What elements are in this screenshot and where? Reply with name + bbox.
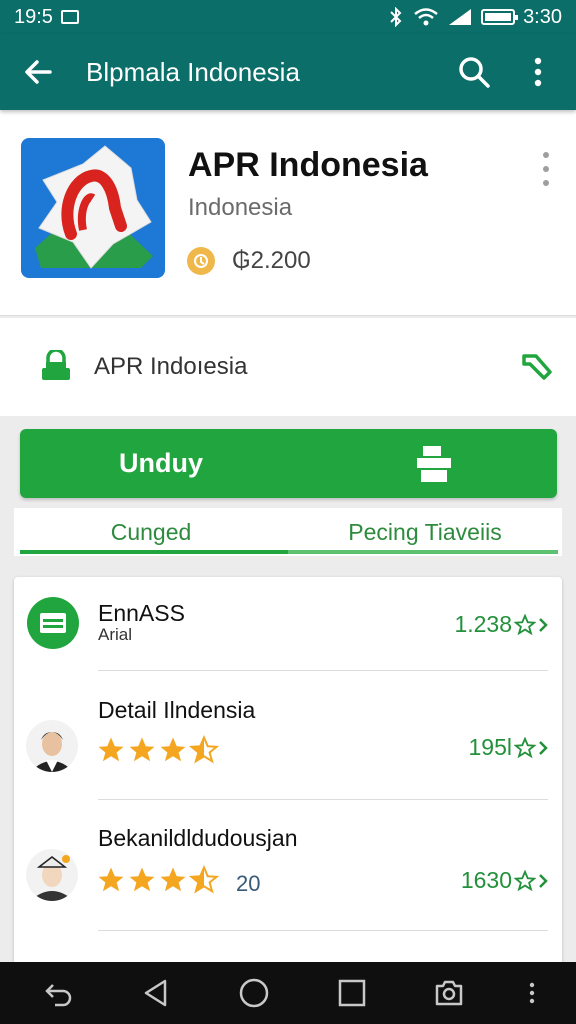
tab-label: Cunged — [110, 518, 192, 545]
app-title: APR Indonesia — [188, 146, 428, 184]
star-filled-icon — [129, 867, 155, 892]
chevron-right-icon — [539, 617, 548, 632]
star-filled-icon — [160, 867, 186, 892]
search-icon — [459, 57, 490, 88]
overflow-menu-button[interactable] — [516, 50, 560, 94]
coin-icon — [187, 247, 215, 275]
divider — [98, 930, 548, 931]
recents-square-icon — [338, 979, 366, 1007]
nav-more-button[interactable] — [517, 968, 547, 1018]
chevron-right-icon — [539, 873, 548, 888]
app-price: ₲2.200 — [232, 247, 311, 274]
star-outline-icon — [514, 613, 536, 635]
search-button[interactable] — [452, 50, 496, 94]
list-item-value-text: 195l — [468, 734, 512, 760]
tab-bar: Cunged Pecing Tiaveiis — [14, 508, 562, 556]
avatar — [26, 849, 78, 901]
developer-name: APR Indoıesia — [94, 353, 248, 380]
list-item-title: Detail Ilndensia — [98, 697, 256, 723]
undo-back-icon — [45, 984, 72, 1007]
list-item[interactable]: Detail Ilndensia 195l — [14, 672, 562, 800]
star-half-icon — [189, 865, 219, 894]
app-more-icon[interactable] — [540, 152, 552, 186]
navigation-bar — [0, 962, 576, 1024]
signal-icon — [449, 9, 472, 25]
divider — [98, 670, 548, 671]
status-time: 19:5 — [14, 5, 53, 28]
star-filled-icon — [98, 737, 124, 762]
storage-icon — [27, 597, 79, 649]
list-item-value-text: 1.238 — [454, 611, 512, 637]
nav-home-button[interactable] — [224, 968, 284, 1018]
star-outline-icon — [514, 869, 536, 891]
arrow-back-icon — [25, 60, 52, 84]
app-subtitle: Indonesia — [188, 194, 293, 221]
star-half-icon — [189, 735, 219, 764]
back-button[interactable] — [16, 50, 60, 94]
list-item-value: 1.238 — [454, 611, 548, 638]
triangle-back-icon — [145, 979, 167, 1007]
app-bar: Blpmala Indonesia — [0, 34, 576, 110]
tab-pecing-tiaveiis[interactable]: Pecing Tiaveiis — [288, 508, 562, 556]
download-icon — [417, 445, 451, 482]
nav-recents-button[interactable] — [322, 968, 382, 1018]
list-item-value-text: 1630 — [460, 867, 512, 893]
list-item-value: 1630 — [461, 867, 548, 894]
star-outline-icon — [514, 736, 536, 758]
review-count: 20 — [236, 871, 261, 896]
list-item[interactable]: Bekanildldudousjan 20 1630 — [14, 801, 562, 931]
divider — [98, 799, 548, 800]
star-rating — [96, 735, 219, 765]
detail-list: EnnASS Arial 1.238 Detail Ilndensia 195l — [14, 577, 562, 967]
battery-icon — [481, 9, 519, 25]
list-item-title: EnnASS — [98, 600, 185, 626]
install-button-label: Unduy — [119, 448, 203, 478]
tab-cunged[interactable]: Cunged — [14, 508, 288, 556]
more-dots-icon — [529, 982, 535, 1004]
home-circle-icon — [239, 978, 269, 1008]
app-bar-title: Blpmala Indonesia — [86, 56, 300, 87]
star-rating — [96, 865, 219, 895]
share-icon[interactable] — [520, 350, 554, 384]
app-icon[interactable] — [21, 138, 165, 278]
avatar — [26, 720, 78, 772]
status-clock: 3:30 — [523, 5, 562, 28]
app-header-card: APR Indonesia Indonesia ₲2.200 — [0, 110, 576, 316]
install-button[interactable]: Unduy — [20, 429, 557, 498]
developer-icon — [42, 350, 70, 380]
wifi-icon — [414, 8, 438, 26]
chevron-right-icon — [539, 740, 548, 755]
status-bar: 19:5 3:30 — [0, 0, 576, 34]
notification-icon — [60, 10, 79, 24]
camera-icon — [436, 980, 463, 1006]
nav-back-button[interactable] — [29, 968, 89, 1018]
list-item[interactable]: EnnASS Arial 1.238 — [14, 577, 562, 671]
bluetooth-icon — [390, 7, 402, 27]
nav-triangle-back-button[interactable] — [126, 968, 186, 1018]
star-filled-icon — [129, 737, 155, 762]
star-filled-icon — [98, 867, 124, 892]
tab-label: Pecing Tiaveiis — [348, 518, 502, 545]
more-vert-icon — [534, 57, 542, 87]
list-item-value: 195l — [469, 734, 548, 761]
star-filled-icon — [160, 737, 186, 762]
developer-row[interactable]: APR Indoıesia — [0, 318, 576, 416]
list-item-title: Bekanildldudousjan — [98, 825, 298, 851]
list-item-subtitle: Arial — [98, 625, 133, 644]
nav-screenshot-button[interactable] — [419, 968, 479, 1018]
